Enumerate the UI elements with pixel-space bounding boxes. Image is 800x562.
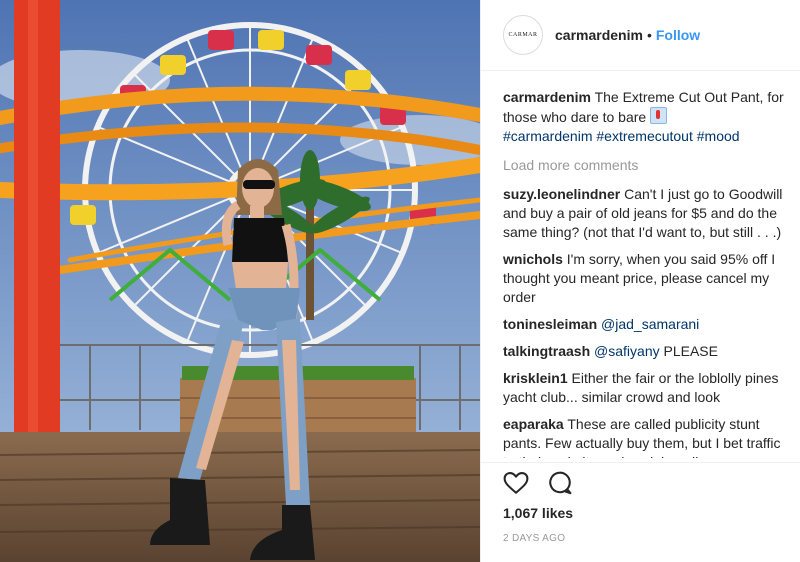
post-sidebar: CARMAR carmardenim • Follow carmardenim … [480,0,800,562]
comments-list[interactable]: carmardenim The Extreme Cut Out Pant, fo… [503,88,793,458]
comment-mention[interactable]: @jad_samarani [601,316,699,332]
person-emoji-icon [650,107,668,124]
load-more-comments-button[interactable]: Load more comments [503,156,793,175]
comment-item: krisklein1 Either the fair or the loblol… [503,369,793,407]
action-icons [503,463,800,503]
comment-username[interactable]: eaparaka [503,416,564,432]
sunglasses [243,180,275,189]
caption-hashtags[interactable]: #carmardenim #extremecutout #mood [503,128,740,144]
follow-button[interactable]: Follow [656,27,700,43]
black-top [232,218,288,262]
comment-item: toninesleiman @jad_samarani [503,315,793,334]
header-separator: • [646,27,652,43]
post-photo[interactable] [0,0,480,562]
comment-username[interactable]: suzy.leonelindner [503,186,620,202]
header-username[interactable]: carmardenim [555,27,643,43]
post-timestamp: 2 DAYS AGO [503,533,566,544]
comment-icon[interactable] [547,470,573,496]
comment-item: wnichols I'm sorry, when you said 95% of… [503,250,793,307]
post-actions: 1,067 likes 2 DAYS AGO [481,462,800,562]
caption: carmardenim The Extreme Cut Out Pant, fo… [503,88,793,146]
photo-illustration [0,0,480,562]
comment-username[interactable]: krisklein1 [503,370,568,386]
caption-username[interactable]: carmardenim [503,89,591,105]
comment-username[interactable]: talkingtraash [503,343,590,359]
heart-icon[interactable] [503,470,529,496]
avatar-logo-text: CARMAR [508,32,538,38]
comment-username[interactable]: wnichols [503,251,563,267]
likes-count[interactable]: 1,067 likes [503,505,800,521]
comment-text: PLEASE [663,343,718,359]
comment-username[interactable]: toninesleiman [503,316,597,332]
instagram-post: CARMAR carmardenim • Follow carmardenim … [0,0,800,562]
comment-item: suzy.leonelindner Can't I just go to Goo… [503,185,793,242]
comment-item: eaparaka These are called publicity stun… [503,415,793,458]
comment-mention[interactable]: @safiyany [594,343,660,359]
comment-item: talkingtraash @safiyany PLEASE [503,342,793,361]
avatar[interactable]: CARMAR [503,15,543,55]
post-header: CARMAR carmardenim • Follow [481,0,800,71]
